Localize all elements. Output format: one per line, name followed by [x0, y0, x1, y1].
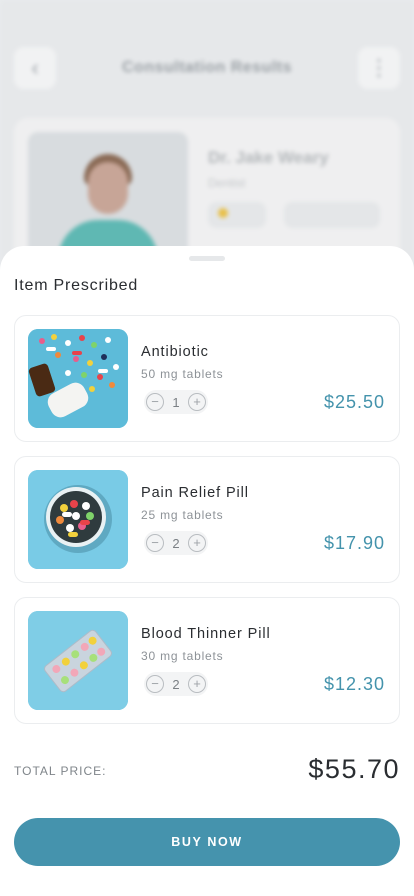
star-icon: [218, 208, 228, 218]
rating-chip: [208, 202, 266, 228]
info-chip: [284, 202, 380, 228]
item-dose: 30 mg tablets: [141, 649, 224, 663]
back-chevron-icon: ‹: [31, 55, 39, 80]
item-price: $25.50: [323, 392, 385, 412]
item-name: Blood Thinner Pill: [141, 626, 271, 642]
total-price-value: $55.70: [308, 754, 400, 784]
item-dose: 50 mg tablets: [141, 367, 224, 381]
blood-thinner-image: [28, 611, 128, 710]
pain-relief-image: [28, 470, 128, 569]
antibiotic-image: [28, 329, 128, 428]
item-name: Antibiotic: [141, 344, 209, 360]
quantity-stepper: − 2 +: [144, 531, 208, 555]
quantity-stepper: − 2 +: [144, 672, 208, 696]
quantity-value: 2: [172, 676, 180, 692]
back-button[interactable]: ‹: [14, 47, 56, 89]
quantity-stepper: − 1 +: [144, 390, 208, 414]
doctor-role: Dentist: [208, 176, 246, 190]
item-name: Pain Relief Pill: [141, 485, 249, 501]
buy-now-button[interactable]: BUY NOW: [14, 818, 400, 866]
background-header: ‹ Consultation Results ⋮: [14, 46, 400, 90]
more-button[interactable]: ⋮: [357, 47, 400, 89]
plus-icon[interactable]: +: [187, 534, 206, 552]
sheet-handle[interactable]: [189, 256, 225, 261]
more-vertical-icon: ⋮: [367, 55, 390, 80]
quantity-value: 1: [172, 394, 180, 410]
item-price: $17.90: [323, 533, 385, 553]
page-title: Consultation Results: [121, 59, 292, 76]
prescription-item: Blood Thinner Pill 30 mg tablets − 2 + $…: [14, 597, 400, 724]
item-dose: 25 mg tablets: [141, 508, 224, 522]
minus-icon[interactable]: −: [146, 534, 164, 552]
quantity-value: 2: [172, 535, 180, 551]
prescription-item: Antibiotic 50 mg tablets − 1 + $25.50: [14, 315, 400, 442]
total-price-label: TOTAL PRICE:: [14, 764, 107, 778]
minus-icon[interactable]: −: [146, 393, 164, 411]
doctor-name: Dr. Jake Weary: [208, 148, 329, 167]
prescription-sheet: Item Prescribed Antibiotic 50 mg tablets…: [0, 246, 414, 896]
plus-icon[interactable]: +: [187, 393, 206, 411]
minus-icon[interactable]: −: [146, 675, 164, 693]
plus-icon[interactable]: +: [187, 675, 206, 693]
item-price: $12.30: [323, 674, 385, 694]
prescription-item: Pain Relief Pill 25 mg tablets − 2 + $17…: [14, 456, 400, 583]
sheet-title: Item Prescribed: [14, 277, 139, 294]
